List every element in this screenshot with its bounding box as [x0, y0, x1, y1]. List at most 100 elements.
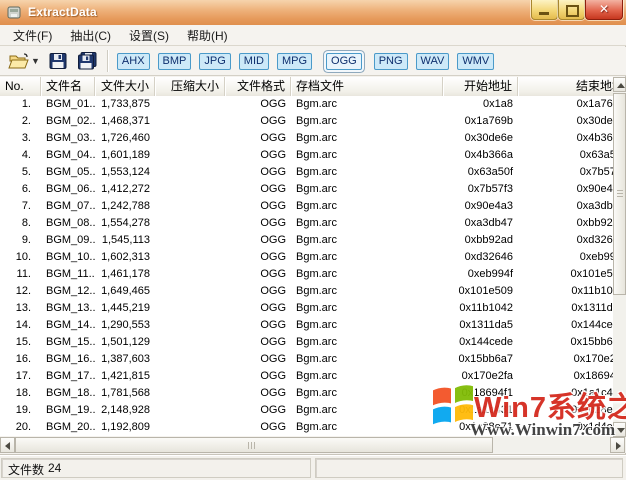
cell-archive: Bgm.arc: [296, 336, 337, 348]
format-button[interactable]: OGG: [326, 52, 362, 70]
cell-archive: Bgm.arc: [296, 98, 337, 110]
status-panel-files: 文件数 24: [1, 458, 311, 478]
cell-size: 1,421,815: [101, 370, 150, 382]
cell-no: 20.: [15, 421, 31, 433]
cell-name: BGM_11...: [46, 268, 95, 280]
table-row[interactable]: 4. BGM_04... 1,601,189 OGG Bgm.arc 0x4b366a 0x…: [0, 147, 613, 164]
table-row[interactable]: 11. BGM_11... 1,461,178 OGG Bgm.arc 0xeb994f 0…: [0, 266, 613, 283]
cell-size: 1,601,189: [101, 149, 150, 161]
cell-archive: Bgm.arc: [296, 115, 337, 127]
cell-format: OGG: [260, 217, 286, 229]
menu-extract[interactable]: 抽出(C): [61, 25, 120, 46]
cell-no: 11.: [16, 268, 31, 280]
app-icon: [7, 6, 21, 19]
column-header-archive[interactable]: 存档文件: [291, 77, 443, 96]
cell-format: OGG: [260, 98, 286, 110]
horizontal-scrollbar[interactable]: [0, 437, 626, 453]
cell-format: OGG: [260, 336, 286, 348]
table-row[interactable]: 9. BGM_09... 1,545,113 OGG Bgm.arc 0xbb92ad 0x…: [0, 232, 613, 249]
cell-format: OGG: [260, 183, 286, 195]
cell-archive: Bgm.arc: [296, 166, 337, 178]
cell-archive: Bgm.arc: [296, 370, 337, 382]
table-row[interactable]: 2. BGM_02... 1,468,371 OGG Bgm.arc 0x1a769b 0x…: [0, 113, 613, 130]
maximize-button[interactable]: [558, 0, 585, 20]
cell-end: 0x30de6e: [576, 115, 613, 127]
table-row[interactable]: 10. BGM_10... 1,602,313 OGG Bgm.arc 0xd32646 0…: [0, 249, 613, 266]
cell-start: 0x4b366a: [464, 149, 513, 161]
table-row[interactable]: 14. BGM_14... 1,290,553 OGG Bgm.arc 0x1311da5…: [0, 317, 613, 334]
table-row[interactable]: 6. BGM_06... 1,412,272 OGG Bgm.arc 0x7b57f3 0x…: [0, 181, 613, 198]
cell-end: 0x90e4a3: [576, 183, 613, 195]
column-header-format[interactable]: 文件格式: [225, 77, 291, 96]
table-row[interactable]: 15. BGM_15... 1,501,129 OGG Bgm.arc 0x144cede…: [0, 334, 613, 351]
cell-format: OGG: [260, 132, 286, 144]
cell-archive: Bgm.arc: [296, 353, 337, 365]
table-row[interactable]: 7. BGM_07... 1,242,788 OGG Bgm.arc 0x90e4a3 0x…: [0, 198, 613, 215]
close-icon: ✕: [598, 2, 610, 16]
scroll-left-button[interactable]: [0, 437, 15, 453]
format-button[interactable]: MPG: [276, 52, 313, 70]
menu-settings[interactable]: 设置(S): [120, 25, 178, 46]
save-all-icon[interactable]: [75, 51, 99, 71]
column-header-name[interactable]: 文件名: [41, 77, 95, 96]
cell-name: BGM_06...: [46, 183, 95, 195]
cell-size: 1,242,788: [101, 200, 150, 212]
cell-compressed: [155, 130, 225, 147]
table-row[interactable]: 19. BGM_19... 2,148,928 OGG Bgm.arc 0x1a1c431…: [0, 402, 613, 419]
scroll-down-button[interactable]: [613, 422, 626, 437]
cell-compressed: [155, 385, 225, 402]
cell-start: 0x144cede: [459, 336, 513, 348]
cell-name: BGM_19...: [46, 404, 95, 416]
cell-no: 10.: [15, 251, 31, 263]
table-row[interactable]: 16. BGM_16... 1,387,603 OGG Bgm.arc 0x15bb6a7…: [0, 351, 613, 368]
folder-open-icon[interactable]: [8, 51, 29, 71]
format-button[interactable]: WAV: [415, 52, 450, 70]
format-button[interactable]: AHX: [116, 52, 150, 70]
table-row[interactable]: 17. BGM_17... 1,421,815 OGG Bgm.arc 0x170e2fa…: [0, 368, 613, 385]
table-row[interactable]: 12. BGM_12... 1,649,465 OGG Bgm.arc 0x101e509…: [0, 283, 613, 300]
save-icon[interactable]: [49, 51, 67, 71]
cell-compressed: [155, 113, 225, 130]
format-button[interactable]: PNG: [373, 52, 408, 70]
vertical-scrollbar[interactable]: [613, 77, 626, 437]
cell-compressed: [155, 300, 225, 317]
cell-name: BGM_14...: [46, 319, 95, 331]
cell-size: 1,445,219: [101, 302, 150, 314]
scroll-up-button[interactable]: [613, 77, 626, 92]
table-row[interactable]: 8. BGM_08... 1,554,278 OGG Bgm.arc 0xa3db47 0x…: [0, 215, 613, 232]
cell-start: 0x1a769b: [464, 115, 513, 127]
cell-name: BGM_05...: [46, 166, 95, 178]
cell-compressed: [155, 419, 225, 436]
menu-file[interactable]: 文件(F): [4, 25, 61, 46]
table-row[interactable]: 3. BGM_03... 1,726,460 OGG Bgm.arc 0x30de6e 0x…: [0, 130, 613, 147]
horizontal-scroll-thumb[interactable]: [15, 437, 493, 453]
toolbar: ▼ AHX BMP JPG MID MPG OGG PNG WAV WMV: [0, 47, 626, 76]
column-header-start[interactable]: 开始地址: [443, 77, 518, 96]
table-row[interactable]: 20. BGM_20... 1,192,809 OGG Bgm.arc 0x1c28e71…: [0, 419, 613, 436]
menu-help[interactable]: 帮助(H): [178, 25, 237, 46]
format-button[interactable]: WMV: [457, 52, 495, 70]
scroll-right-button[interactable]: [610, 437, 625, 453]
table-row[interactable]: 1. BGM_01... 1,733,875 OGG Bgm.arc 0x1a8 0x1a7…: [0, 96, 613, 113]
cell-compressed: [155, 334, 225, 351]
cell-start: 0x30de6e: [464, 132, 513, 144]
vertical-scroll-thumb[interactable]: [613, 93, 626, 295]
format-button[interactable]: BMP: [157, 52, 192, 70]
format-button[interactable]: JPG: [199, 52, 231, 70]
cell-name: BGM_16...: [46, 353, 95, 365]
minimize-button[interactable]: [531, 0, 558, 20]
cell-start: 0xa3db47: [464, 217, 513, 229]
column-header-size[interactable]: 文件大小: [95, 77, 155, 96]
format-button[interactable]: MID: [238, 52, 269, 70]
cell-end: 0x7b57f3: [579, 166, 613, 178]
column-header-end[interactable]: 结束地址: [518, 77, 613, 96]
table-header: No.文件名文件大小压缩大小文件格式存档文件开始地址结束地址: [0, 77, 613, 97]
open-dropdown-caret-icon[interactable]: ▼: [31, 56, 40, 66]
column-header-compressed[interactable]: 压缩大小: [155, 77, 225, 96]
close-button[interactable]: ✕: [585, 0, 623, 20]
table-row[interactable]: 5. BGM_05... 1,553,124 OGG Bgm.arc 0x63a50f 0x…: [0, 164, 613, 181]
cell-size: 1,412,272: [101, 183, 150, 195]
table-row[interactable]: 13. BGM_13... 1,445,219 OGG Bgm.arc 0x11b1042…: [0, 300, 613, 317]
column-header-no[interactable]: No.: [0, 77, 41, 96]
table-row[interactable]: 18. BGM_18... 1,781,568 OGG Bgm.arc 0x18694f1…: [0, 385, 613, 402]
